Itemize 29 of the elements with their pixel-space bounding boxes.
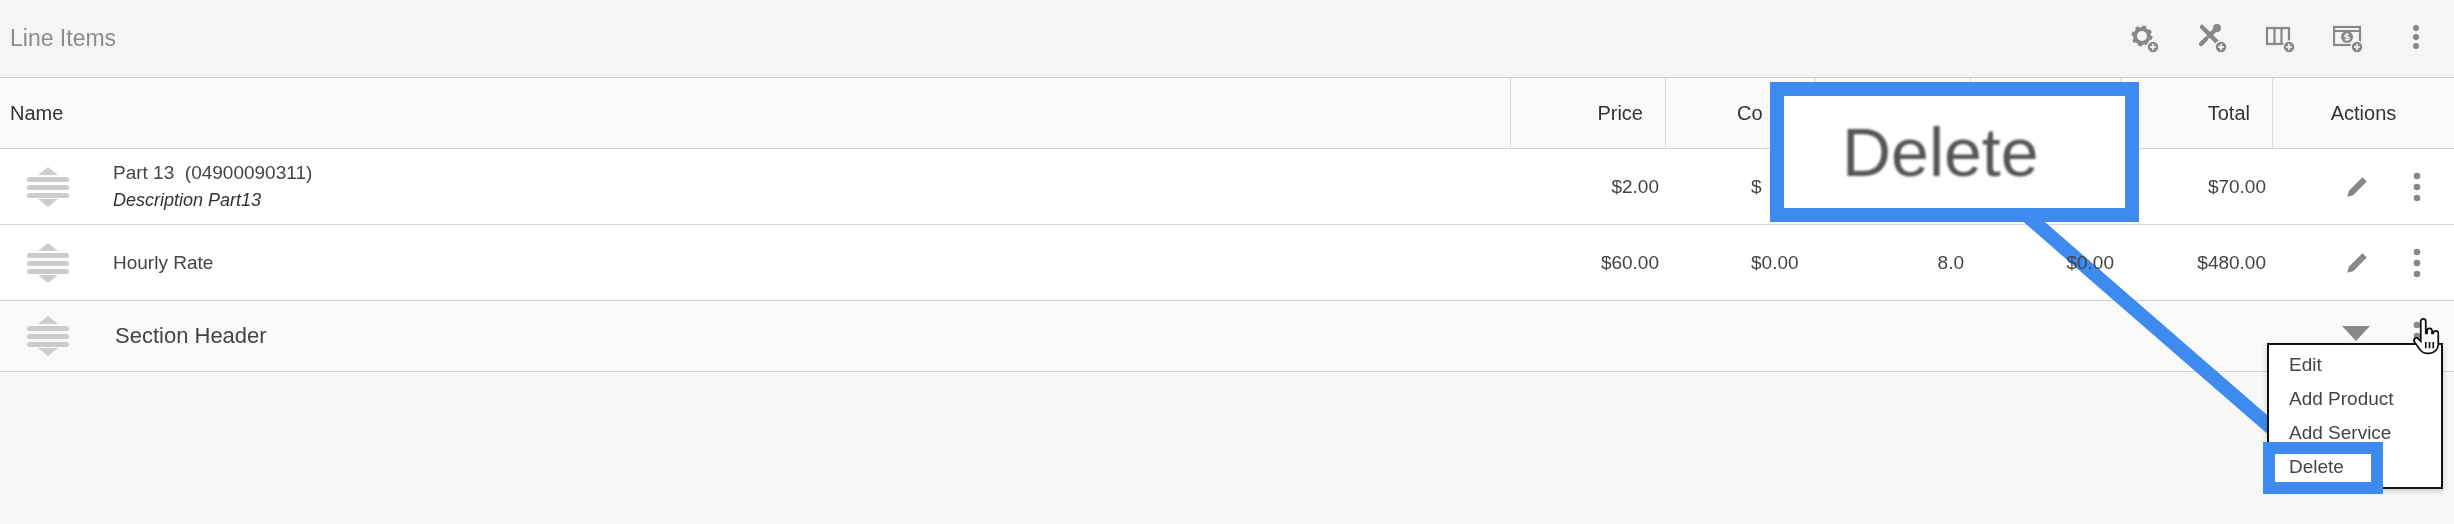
add-gear-icon[interactable]: [2129, 23, 2160, 54]
menu-item[interactable]: Add Product: [2289, 389, 2394, 409]
column-header: Co: [1737, 101, 1764, 125]
table-cell: $480.00: [2197, 251, 2266, 274]
caret-icon[interactable]: [2342, 325, 2370, 341]
add-money-icon[interactable]: [2333, 23, 2364, 54]
table-cell-text: $: [1751, 175, 1763, 198]
menu-item[interactable]: Add Service: [2289, 423, 2392, 443]
menu-item[interactable]: Edit: [2289, 355, 2322, 375]
section-header-title: Section Header: [115, 323, 267, 349]
add-tools-icon[interactable]: [2197, 23, 2228, 54]
callout-text: Delete: [1842, 113, 2039, 191]
drag-handle-icon[interactable]: [25, 315, 71, 357]
item-name: Part 13 (04900090311): [113, 162, 313, 184]
table-cell: 8.0: [1937, 251, 1964, 274]
menu-item[interactable]: Delete: [2289, 457, 2344, 477]
item-description: Description Part13: [113, 190, 263, 211]
column-header: Total: [2207, 101, 2250, 125]
item-name: Hourly Rate: [113, 251, 214, 274]
column-header: Price: [1597, 101, 1643, 125]
table-cell-text: $0.00: [1751, 251, 1800, 274]
drag-handle-icon[interactable]: [25, 241, 71, 284]
table-cell: $2.00: [1611, 175, 1659, 198]
drag-handle-icon[interactable]: [25, 165, 71, 208]
table-cell: $60.00: [1600, 251, 1659, 274]
column-header: Actions: [2330, 101, 2397, 125]
panel-title: Line Items: [10, 25, 117, 52]
column-header: Name: [10, 101, 64, 125]
table-cell: $70.00: [2207, 175, 2266, 198]
